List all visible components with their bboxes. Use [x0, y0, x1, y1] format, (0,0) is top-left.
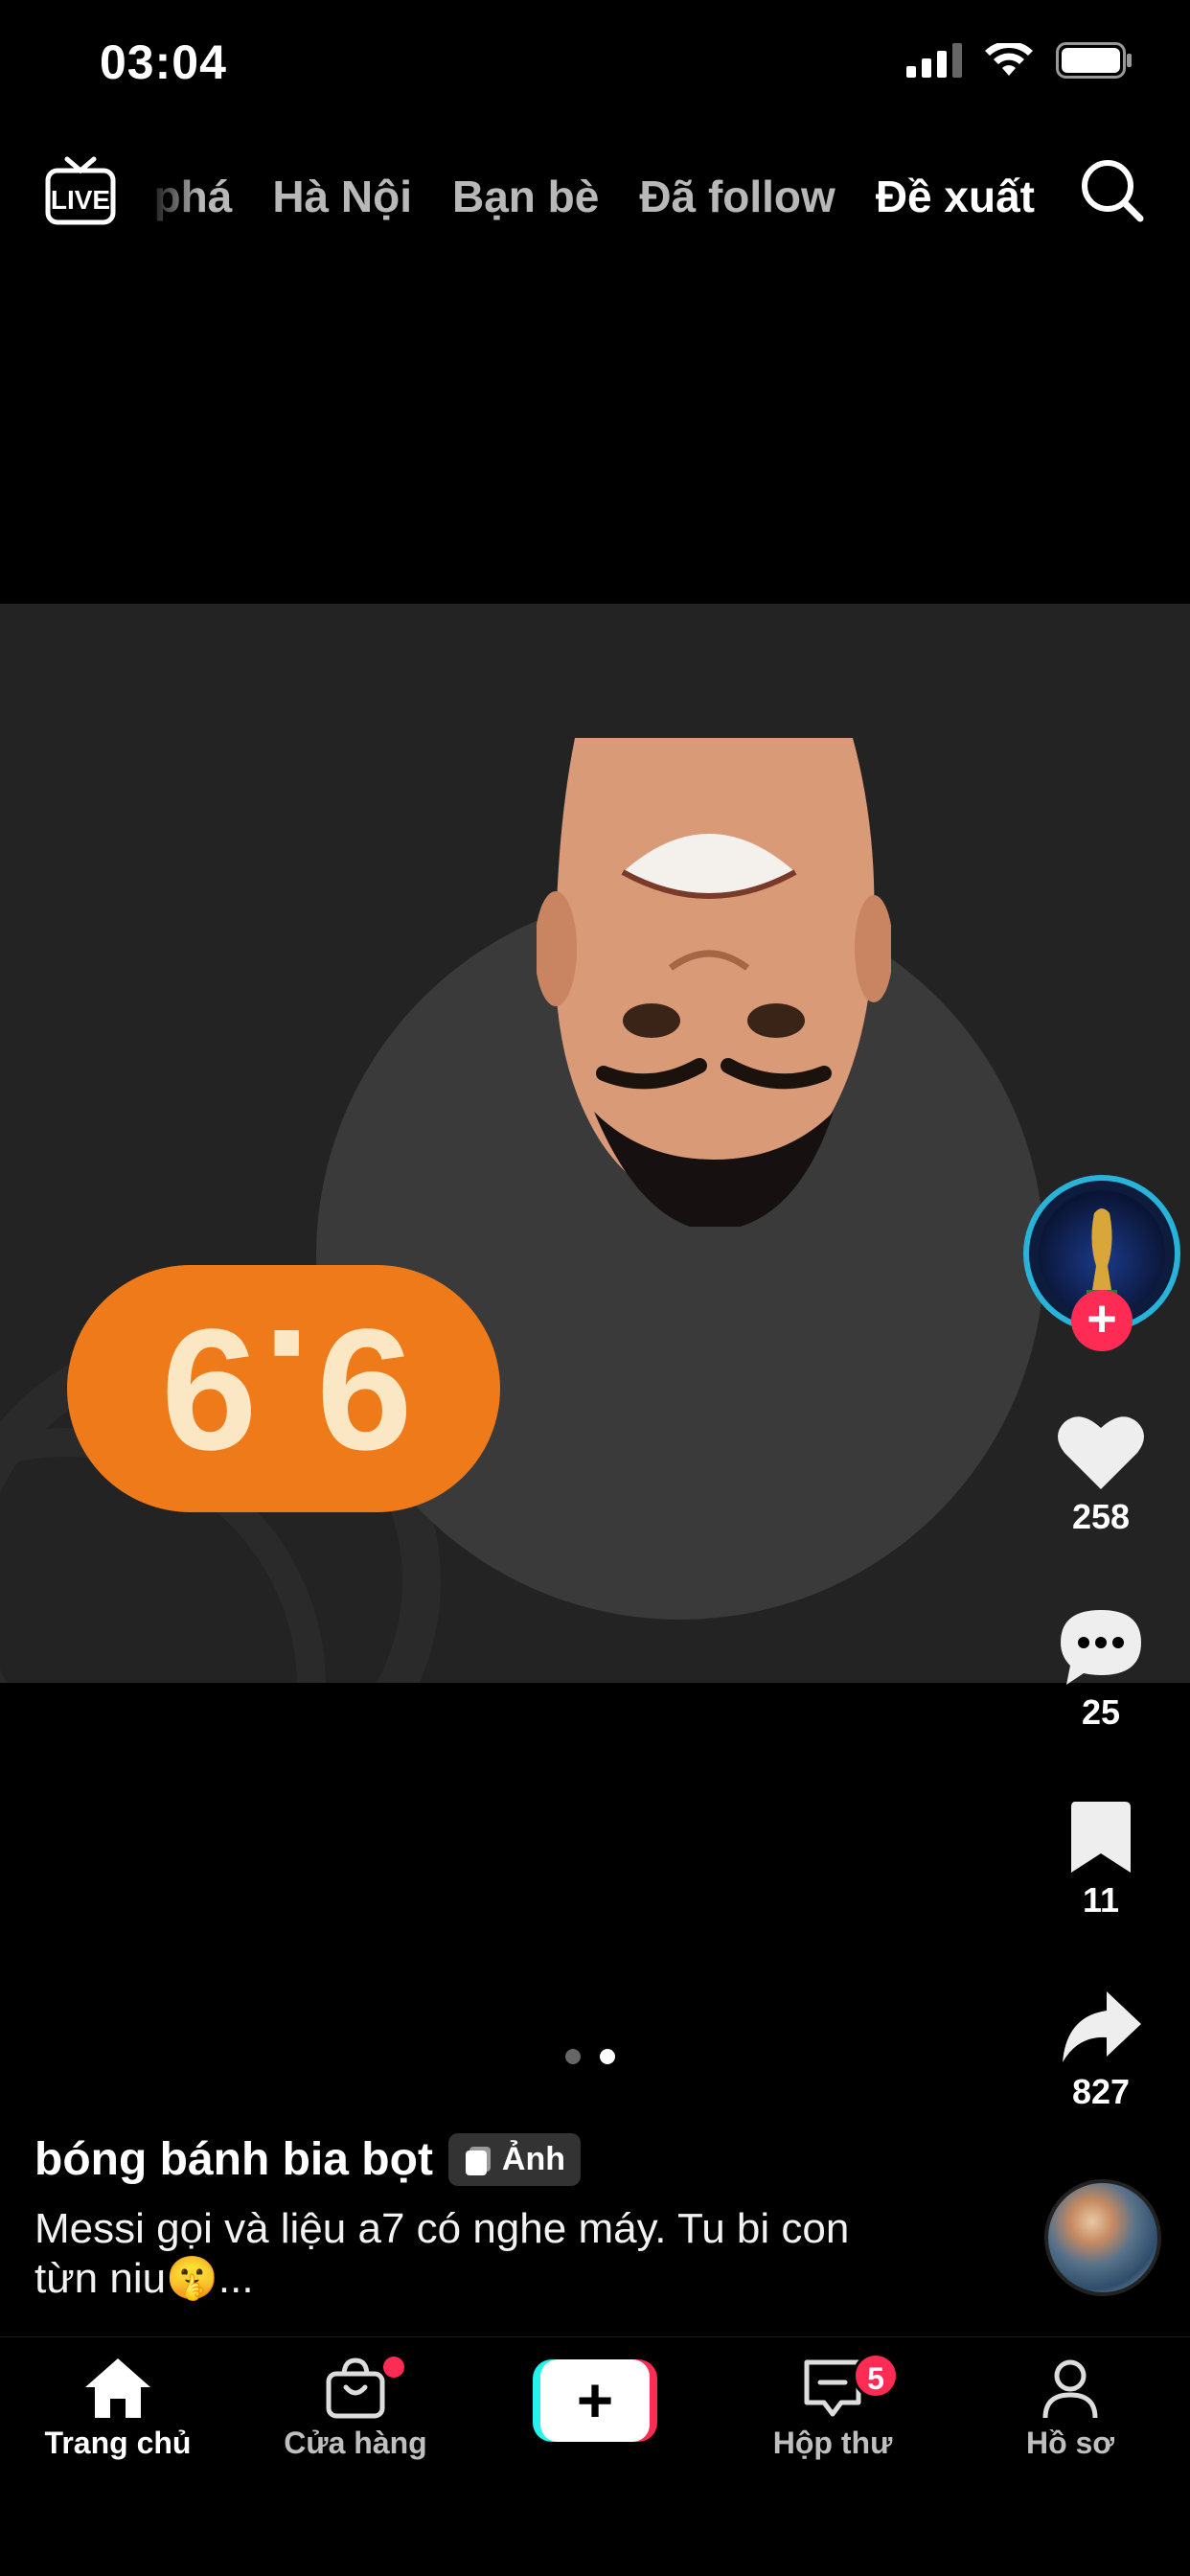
profile-icon[interactable]: [1040, 2357, 1101, 2420]
photo-chip: Ảnh: [447, 2133, 582, 2186]
photo-stack-icon: [465, 2146, 491, 2175]
score-badge: 9.9: [67, 1265, 500, 1512]
status-icons: [906, 42, 1133, 79]
tab-inbox-label: Hộp thư: [772, 2426, 893, 2460]
score-badge-text: 9.9: [154, 1292, 413, 1485]
search-icon[interactable]: [1079, 157, 1146, 224]
bookmark-icon[interactable]: [1067, 1798, 1134, 1874]
comment-icon[interactable]: [1057, 1606, 1145, 1687]
upside-down-face-image: [537, 738, 891, 1227]
tab-home[interactable]: Trang chủ: [17, 2357, 218, 2461]
wifi-icon: [985, 43, 1033, 76]
tab-friends[interactable]: Bạn bè: [452, 163, 599, 230]
share-count: 827: [1071, 2072, 1131, 2111]
tab-profile-label: Hồ sơ: [1025, 2426, 1115, 2460]
photo-chip-label: Ảnh: [501, 2141, 566, 2177]
music-avatar[interactable]: [1044, 2179, 1161, 2296]
author-row: bóng bánh bia bọt Ảnh: [34, 2133, 582, 2186]
tab-ha-noi[interactable]: Hà Nội: [272, 163, 412, 230]
comment-count: 25: [1081, 1692, 1121, 1732]
tab-inbox[interactable]: 5 Hộp thư: [732, 2353, 933, 2461]
tab-shop-label: Cửa hàng: [284, 2426, 427, 2460]
live-label: LIVE: [51, 185, 110, 215]
share-icon[interactable]: [1059, 1988, 1143, 2066]
comment-action[interactable]: 25: [1048, 1606, 1154, 1733]
like-action[interactable]: 258: [1048, 1413, 1154, 1537]
tab-shop[interactable]: Cửa hàng: [255, 2357, 456, 2461]
save-count: 11: [1082, 1880, 1120, 1920]
live-icon[interactable]: LIVE: [44, 155, 117, 228]
photo-pager: [565, 2049, 615, 2064]
inbox-badge: 5: [853, 2353, 899, 2399]
post-media[interactable]: 9.9: [0, 604, 1190, 1683]
pager-dot-active[interactable]: [600, 2049, 615, 2064]
create-plus-icon[interactable]: +: [540, 2359, 650, 2442]
tab-home-label: Trang chủ: [44, 2426, 192, 2460]
cellular-signal-icon: [906, 43, 962, 78]
top-nav: LIVE Khám phá Hà Nội Bạn bè Đã follow Đề…: [0, 144, 1190, 249]
follow-button[interactable]: +: [1071, 1290, 1133, 1351]
pager-dot[interactable]: [565, 2049, 581, 2064]
battery-icon: [1056, 42, 1132, 79]
like-count: 258: [1071, 1497, 1131, 1536]
status-bar: 03:04: [0, 0, 1190, 134]
tab-following[interactable]: Đã follow: [639, 163, 835, 230]
tab-profile[interactable]: Hồ sơ: [970, 2357, 1171, 2461]
save-action[interactable]: 11: [1048, 1798, 1154, 1920]
post-caption[interactable]: Messi gọi và liệu a7 có nghe máy. Tu bi …: [34, 2204, 916, 2304]
create-button[interactable]: +: [533, 2359, 657, 2442]
share-action[interactable]: 827: [1048, 1988, 1154, 2112]
heart-icon[interactable]: [1057, 1413, 1145, 1491]
status-time: 03:04: [100, 35, 227, 89]
nav-fade: [134, 163, 201, 230]
shopping-bag-icon[interactable]: [325, 2357, 386, 2420]
tab-for-you[interactable]: Đề xuất: [876, 163, 1035, 230]
home-icon[interactable]: [83, 2357, 152, 2420]
author-name[interactable]: bóng bánh bia bọt: [34, 2133, 433, 2186]
nav-tabs: Khám phá Hà Nội Bạn bè Đã follow Đề xuất: [134, 163, 1035, 230]
shop-notification-dot: [383, 2357, 404, 2378]
